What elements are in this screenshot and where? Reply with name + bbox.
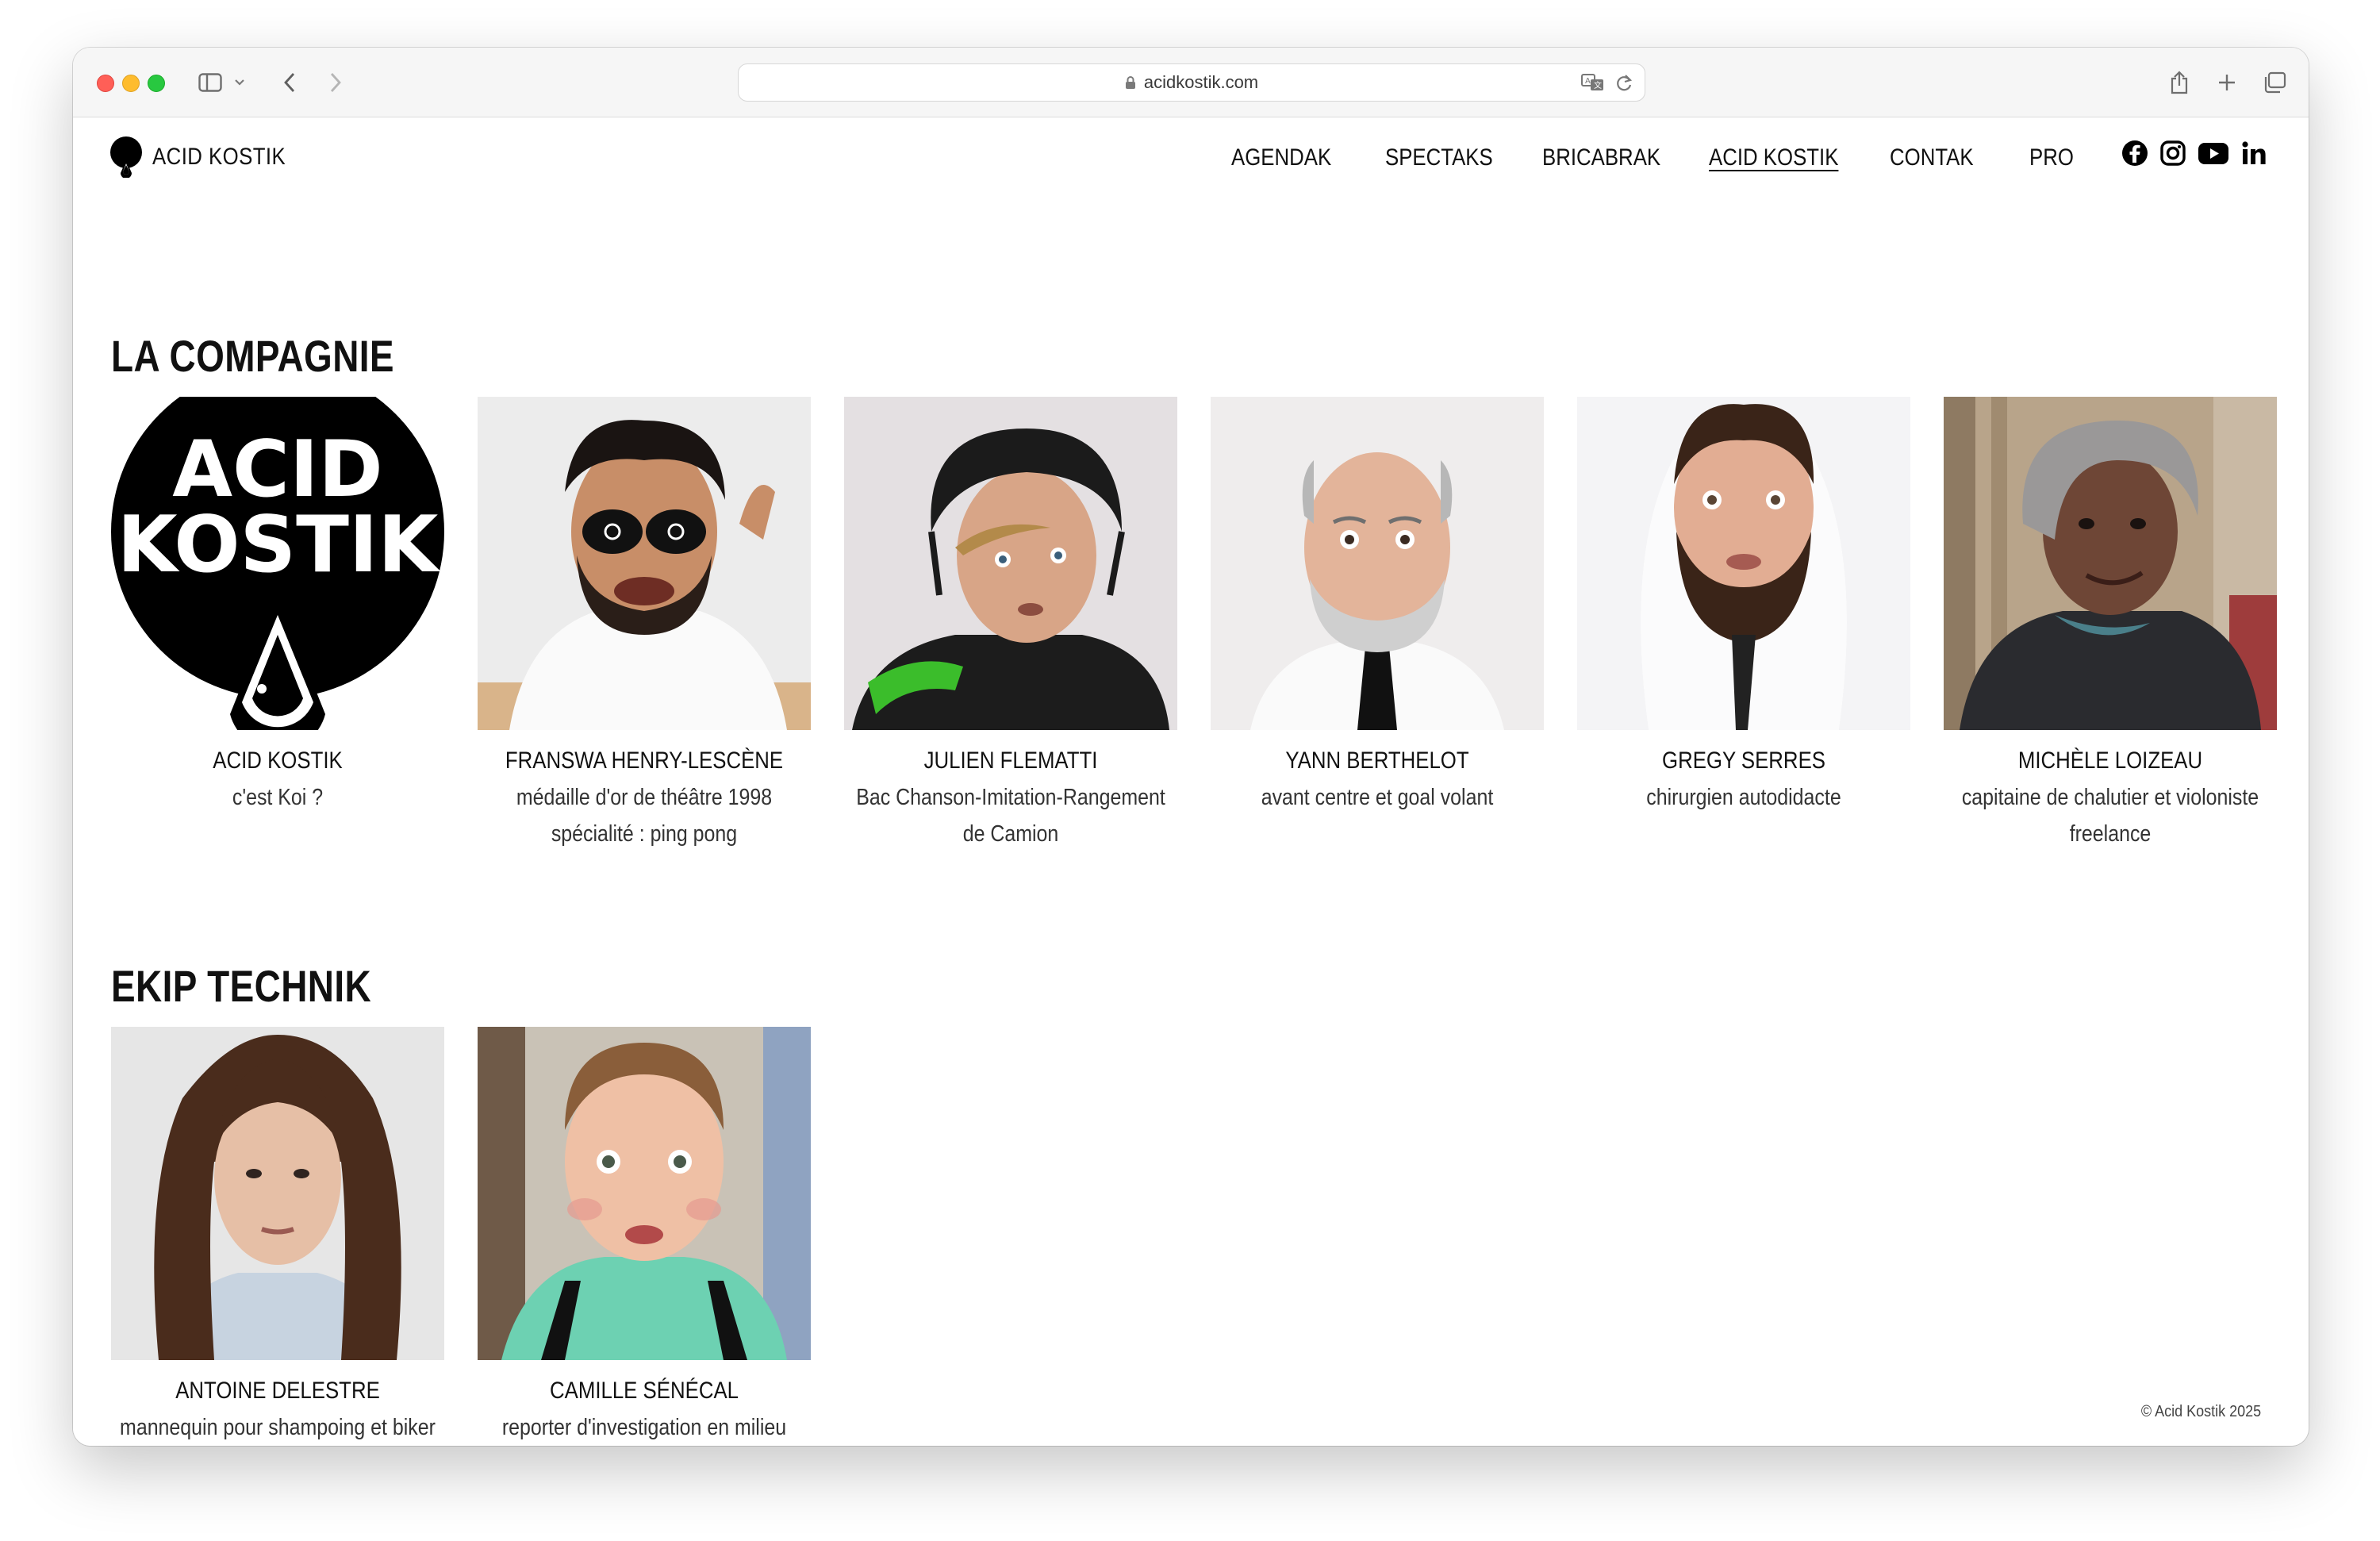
back-icon[interactable] xyxy=(278,68,301,97)
translate-icon[interactable]: A文 xyxy=(1581,72,1605,98)
nav-item-bricabrak[interactable]: BRICABRAK xyxy=(1542,144,1660,171)
member-role: mannequin pour shampoing et biker à mi-t… xyxy=(120,1415,436,1440)
tabs-overview-icon[interactable] xyxy=(2261,68,2288,97)
member-role: Bac Chanson-Imitation-Rangement de Camio… xyxy=(856,785,1165,847)
svg-text:文: 文 xyxy=(1594,80,1602,90)
facebook-icon[interactable] xyxy=(2121,140,2148,167)
member-name: ACID KOSTIK xyxy=(213,747,343,774)
member-role: reporter d'investigation en milieu aquat… xyxy=(501,1415,787,1440)
member-role: c'est Koi ? xyxy=(232,785,324,810)
minimize-window-button[interactable] xyxy=(122,75,140,92)
forward-icon[interactable] xyxy=(324,68,347,97)
member-card[interactable]: MICHÈLE LOIZEAU capitaine de chalutier e… xyxy=(1944,397,2277,852)
acid-kostik-logo-image: ACID KOSTIK xyxy=(111,397,444,730)
member-photo xyxy=(1577,397,1910,730)
member-name: MICHÈLE LOIZEAU xyxy=(2017,747,2203,774)
linkedin-icon[interactable] xyxy=(2240,140,2267,167)
member-photo xyxy=(1211,397,1544,730)
nav-item-agendak[interactable]: AGENDAK xyxy=(1231,144,1331,171)
member-name: JULIEN FLEMATTI xyxy=(923,747,1098,774)
lock-icon xyxy=(1125,75,1136,90)
youtube-icon[interactable] xyxy=(2198,140,2229,167)
member-name: ANTOINE DELESTRE xyxy=(175,1378,380,1404)
nav-item-contak[interactable]: CONTAK xyxy=(1890,144,1974,171)
web-page: ACID KOSTIK AGENDAK SPECTAKS BRICABRAK A… xyxy=(73,117,2309,1446)
member-card[interactable]: ANTOINE DELESTRE mannequin pour shampoin… xyxy=(111,1027,444,1446)
member-card[interactable]: YANN BERTHELOT avant centre et goal vola… xyxy=(1211,397,1544,816)
member-photo xyxy=(844,397,1177,730)
member-photo xyxy=(478,397,811,730)
nav-item-acid-kostik[interactable]: ACID KOSTIK xyxy=(1709,144,1838,171)
svg-text:A: A xyxy=(1585,77,1591,86)
url-text: acidkostik.com xyxy=(1143,72,1259,92)
member-name: YANN BERTHELOT xyxy=(1285,747,1469,774)
member-photo xyxy=(1944,397,2277,730)
member-card[interactable]: CAMILLE SÉNÉCAL reporter d'investigation… xyxy=(478,1027,811,1446)
footer-copyright: © Acid Kostik 2025 xyxy=(2140,1403,2261,1420)
member-card[interactable]: ACID KOSTIK ACID KOSTIK c'est Koi ? xyxy=(111,397,444,816)
section-title-la-compagnie: LA COMPAGNIE xyxy=(111,331,394,381)
share-icon[interactable] xyxy=(2167,68,2191,97)
member-photo xyxy=(478,1027,811,1360)
member-card[interactable]: JULIEN FLEMATTI Bac Chanson-Imitation-Ra… xyxy=(844,397,1177,852)
member-name: CAMILLE SÉNÉCAL xyxy=(549,1378,739,1404)
svg-text:KOSTIK: KOSTIK xyxy=(117,500,441,590)
reload-icon[interactable] xyxy=(1614,72,1633,98)
browser-toolbar: acidkostik.com A文 xyxy=(73,48,2309,117)
member-role: capitaine de chalutier et violoniste fre… xyxy=(1961,785,2259,847)
chevron-down-icon[interactable] xyxy=(232,68,248,97)
instagram-icon[interactable] xyxy=(2159,140,2186,167)
member-name: GREGY SERRES xyxy=(1662,747,1825,774)
member-card[interactable]: FRANSWA HENRY-LESCÈNE médaille d'or de t… xyxy=(478,397,811,852)
member-role: avant centre et goal volant xyxy=(1261,785,1494,810)
zoom-window-button[interactable] xyxy=(148,75,165,92)
member-photo xyxy=(111,1027,444,1360)
member-name: FRANSWA HENRY-LESCÈNE xyxy=(505,747,784,774)
sidebar-icon[interactable] xyxy=(197,68,224,97)
member-role: médaille d'or de théâtre 1998 spécialité… xyxy=(516,785,773,847)
member-role: chirurgien autodidacte xyxy=(1646,785,1841,810)
address-bar[interactable]: acidkostik.com A文 xyxy=(738,63,1645,102)
nav-item-spectaks[interactable]: SPECTAKS xyxy=(1385,144,1493,171)
member-card[interactable]: GREGY SERRES chirurgien autodidacte xyxy=(1577,397,1910,816)
social-links xyxy=(2121,140,2267,167)
close-window-button[interactable] xyxy=(97,75,114,92)
browser-window: acidkostik.com A文 ACID KOSTIK AGENDAK SP… xyxy=(73,48,2309,1446)
section-title-ekip-technik: EKIP TECHNIK xyxy=(111,961,372,1011)
main-nav: AGENDAK SPECTAKS BRICABRAK ACID KOSTIK C… xyxy=(73,144,2309,176)
new-tab-icon[interactable] xyxy=(2215,68,2239,97)
nav-item-pro[interactable]: PRO xyxy=(2029,144,2074,171)
